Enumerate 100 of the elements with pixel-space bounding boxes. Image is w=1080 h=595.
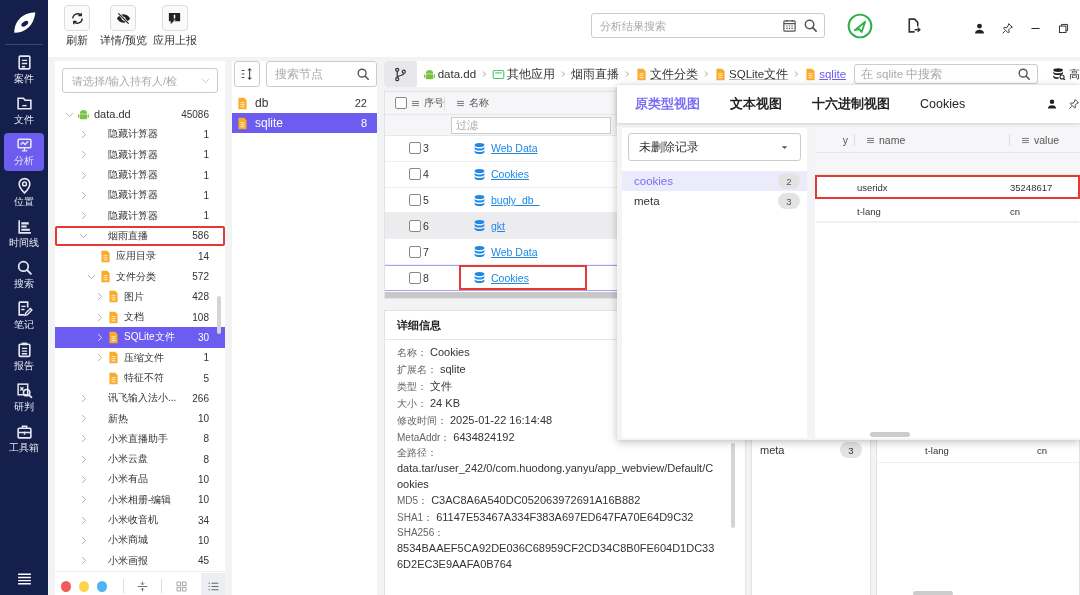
table-row[interactable]: 8 Cookies xyxy=(385,265,617,291)
tree-item[interactable]: 小米有品 10 xyxy=(55,469,225,490)
breadcrumb-link[interactable]: sqlite xyxy=(804,67,847,81)
advanced-search-button[interactable]: 高 xyxy=(1052,66,1080,82)
nav-item[interactable]: 笔记 xyxy=(4,297,44,335)
checkbox[interactable] xyxy=(409,245,421,258)
file-link[interactable]: Cookies xyxy=(491,271,529,284)
tree-item[interactable]: 隐藏计算器 1 xyxy=(55,124,225,145)
view-mode-button[interactable] xyxy=(201,573,225,595)
owner-select[interactable]: 请选择/输入持有人/检 xyxy=(62,68,218,93)
tree-item[interactable]: 隐藏计算器 1 xyxy=(55,144,225,165)
nav-item[interactable]: 研判 xyxy=(4,379,44,417)
file-link[interactable]: Cookies xyxy=(491,168,529,181)
search-icon[interactable] xyxy=(803,18,818,33)
tree-item[interactable]: 文件分类 572 xyxy=(55,266,225,287)
node-item[interactable]: db 22 xyxy=(232,93,377,113)
owner-input[interactable]: 请选择/输入持有人/检 xyxy=(72,74,200,87)
breadcrumb-link[interactable]: SQLite文件 xyxy=(714,66,789,82)
tree-item[interactable]: 图片 428 xyxy=(55,286,225,307)
tab[interactable]: 文本视图 xyxy=(730,95,782,113)
search-box[interactable]: 分析结果搜索 xyxy=(591,13,825,38)
checkbox[interactable] xyxy=(409,142,421,155)
tree-item[interactable]: 小米云盘 8 xyxy=(55,449,225,470)
search-input[interactable]: 在 sqlite 中搜索 xyxy=(861,68,1017,80)
sort-button[interactable] xyxy=(234,61,260,87)
user-icon[interactable] xyxy=(1046,98,1058,110)
table-row[interactable]: t-lang cn xyxy=(815,199,1080,223)
breadcrumb-link[interactable]: data.dd xyxy=(422,67,477,81)
tree-item[interactable]: 隐藏计算器 1 xyxy=(55,164,225,186)
tree-item[interactable]: 烟雨直播 586 xyxy=(55,225,225,247)
table-row[interactable]: 7 Web Data xyxy=(385,239,617,265)
tree-item[interactable]: 小米收音机 34 xyxy=(55,509,225,531)
tab[interactable]: 原类型视图 xyxy=(635,95,700,113)
tree-item[interactable]: 应用目录 14 xyxy=(55,246,225,267)
tree-item[interactable]: 小米相册-编辑 10 xyxy=(55,489,225,510)
search-input[interactable]: 搜索节点 xyxy=(275,67,356,81)
breadcrumb-link[interactable]: 烟雨直播 xyxy=(571,66,620,82)
branch-button[interactable] xyxy=(384,61,417,87)
nav-item[interactable]: 搜索 xyxy=(4,256,44,294)
nav-item[interactable]: 位置 xyxy=(4,174,44,212)
table-row[interactable]: 3 Web Data xyxy=(385,136,617,162)
tree-item[interactable]: SQLite文件 30 xyxy=(55,327,225,348)
tree-item[interactable]: 文档 108 xyxy=(55,306,225,328)
table-row[interactable]: 4 Cookies xyxy=(385,161,617,188)
search-box[interactable]: 在 sqlite 中搜索 xyxy=(854,64,1038,84)
preview-button[interactable] xyxy=(110,5,137,31)
tree-item[interactable]: 小米画报 45 xyxy=(55,550,225,571)
scrollbar[interactable] xyxy=(870,432,910,437)
nav-item[interactable]: 报告 xyxy=(4,338,44,376)
breadcrumb-link[interactable]: 其他应用 xyxy=(492,66,556,82)
tab[interactable]: Cookies xyxy=(920,97,966,111)
user-icon[interactable] xyxy=(973,22,986,35)
scrollbar[interactable] xyxy=(217,296,221,334)
export-icon[interactable] xyxy=(905,17,922,34)
record-select[interactable]: 未删除记录 xyxy=(628,133,801,161)
pin-icon[interactable] xyxy=(1001,22,1014,35)
checkbox[interactable] xyxy=(409,219,421,232)
search-icon[interactable] xyxy=(1017,67,1031,81)
tree-item[interactable]: 隐藏计算器 1 xyxy=(55,205,225,226)
calendar-icon[interactable] xyxy=(782,18,797,33)
search-input[interactable]: 分析结果搜索 xyxy=(600,19,776,32)
tree-item[interactable]: 讯飞输入法小... 266 xyxy=(55,388,225,409)
file-link[interactable]: Web Data xyxy=(491,245,538,258)
checkbox[interactable] xyxy=(395,97,407,109)
scrollbar[interactable] xyxy=(913,590,953,595)
nav-item[interactable]: 时间线 xyxy=(4,215,44,253)
pin-icon[interactable] xyxy=(1068,98,1080,110)
table-item[interactable]: cookies 2 xyxy=(622,171,807,191)
color-dot[interactable] xyxy=(61,580,71,592)
table-row[interactable]: 6 gkt xyxy=(385,213,617,240)
file-link[interactable]: bugly_db_ xyxy=(491,194,540,206)
node-item[interactable]: sqlite 8 xyxy=(232,113,377,133)
file-link[interactable]: Web Data xyxy=(491,142,538,155)
nav-item[interactable]: 案件 xyxy=(4,51,44,89)
search-icon[interactable] xyxy=(356,67,370,81)
breadcrumb-link[interactable]: 文件分类 xyxy=(635,66,699,82)
tree-item[interactable]: 特征不符 5 xyxy=(55,367,225,389)
tree-item[interactable]: data.dd 45086 xyxy=(55,104,225,125)
collapse-icon[interactable] xyxy=(135,579,149,593)
table-row[interactable]: useridx 35248617 xyxy=(815,175,1080,199)
checkbox[interactable] xyxy=(409,168,421,181)
nav-item[interactable]: 工具箱 xyxy=(4,420,44,458)
color-dot[interactable] xyxy=(96,580,107,592)
checkbox[interactable] xyxy=(409,271,421,284)
nav-item[interactable]: 分析 xyxy=(4,133,44,171)
color-dot[interactable] xyxy=(79,580,89,592)
filter-field[interactable]: 过滤 xyxy=(451,116,611,134)
tree-item[interactable]: 隐藏计算器 1 xyxy=(55,185,225,206)
table-item[interactable]: meta 3 xyxy=(622,191,807,211)
tree-item[interactable]: 新热 10 xyxy=(55,408,225,429)
tree-item[interactable]: 小米直播助手 8 xyxy=(55,428,225,450)
scrollbar[interactable] xyxy=(731,443,735,528)
tree-item[interactable]: 小米商城 10 xyxy=(55,530,225,551)
nav-item[interactable]: 文件 xyxy=(4,92,44,130)
tree-item[interactable]: 压缩文件 1 xyxy=(55,347,225,368)
tab[interactable]: 十六进制视图 xyxy=(812,95,890,113)
report-button[interactable] xyxy=(161,5,188,31)
checkbox[interactable] xyxy=(409,194,421,206)
restore-icon[interactable] xyxy=(1057,22,1070,35)
plane-icon[interactable] xyxy=(847,13,873,39)
